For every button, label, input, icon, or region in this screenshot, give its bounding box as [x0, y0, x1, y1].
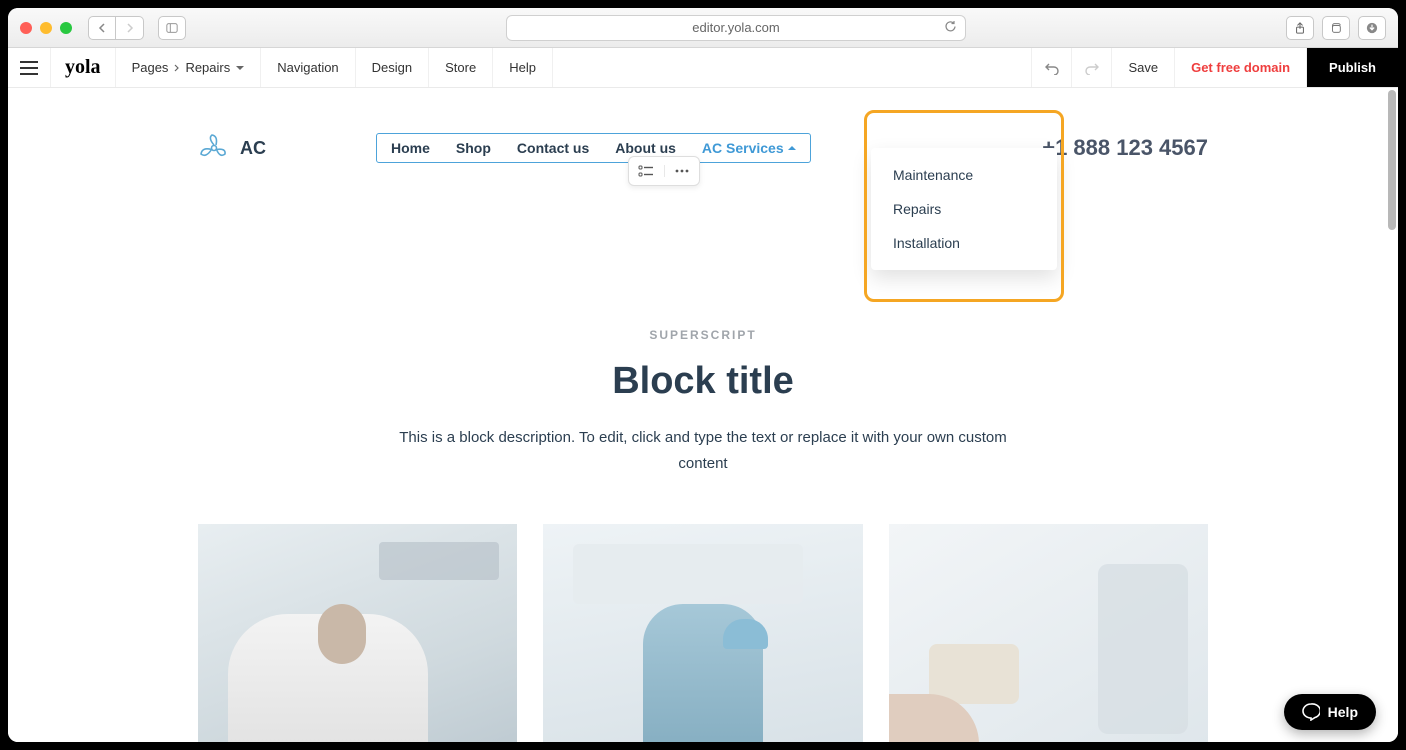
tabs-icon[interactable]: [1322, 16, 1350, 40]
editor-toolbar: yola Pages Repairs Navigation Design Sto…: [8, 48, 1398, 88]
browser-forward-button[interactable]: [116, 16, 144, 40]
store-button[interactable]: Store: [429, 48, 493, 87]
nav-contact[interactable]: Contact us: [517, 140, 589, 156]
editor-canvas: AC Home Shop Contact us About us AC Serv…: [8, 88, 1398, 742]
nav-services-label: AC Services: [702, 140, 784, 156]
chat-icon: [1302, 703, 1320, 721]
design-button[interactable]: Design: [356, 48, 429, 87]
dropdown-item-repairs[interactable]: Repairs: [871, 192, 1057, 226]
phone-number[interactable]: +1 888 123 4567: [1042, 135, 1208, 161]
browser-back-button[interactable]: [88, 16, 116, 40]
chevron-down-icon: [236, 66, 244, 70]
more-options-icon[interactable]: [665, 169, 700, 173]
window-minimize-icon[interactable]: [40, 22, 52, 34]
undo-button[interactable]: [1032, 48, 1072, 87]
dropdown-item-installation[interactable]: Installation: [871, 226, 1057, 260]
pages-breadcrumb[interactable]: Pages Repairs: [116, 48, 262, 87]
image-placeholder-3[interactable]: [889, 524, 1208, 742]
sidebar-toggle-icon[interactable]: [158, 16, 186, 40]
get-free-domain-link[interactable]: Get free domain: [1175, 48, 1307, 87]
site-navigation[interactable]: Home Shop Contact us About us AC Service…: [376, 133, 811, 163]
current-page-label: Repairs: [185, 60, 230, 75]
block-description[interactable]: This is a block description. To edit, cl…: [383, 425, 1023, 476]
block-superscript[interactable]: SUPERSCRIPT: [198, 328, 1208, 342]
vertical-scrollbar[interactable]: [1386, 88, 1396, 742]
browser-chrome: editor.yola.com: [8, 8, 1398, 48]
scrollbar-thumb[interactable]: [1388, 90, 1396, 230]
chevron-right-icon: [174, 64, 179, 72]
hamburger-menu-button[interactable]: [8, 48, 51, 87]
help-button[interactable]: Help: [493, 48, 553, 87]
redo-button[interactable]: [1072, 48, 1112, 87]
window-maximize-icon[interactable]: [60, 22, 72, 34]
navigation-button[interactable]: Navigation: [261, 48, 355, 87]
pages-label: Pages: [132, 60, 169, 75]
image-placeholder-1[interactable]: [198, 524, 517, 742]
share-icon[interactable]: [1286, 16, 1314, 40]
site-logo[interactable]: AC: [198, 132, 266, 164]
fan-icon: [198, 132, 230, 164]
nav-home[interactable]: Home: [391, 140, 430, 156]
address-bar[interactable]: editor.yola.com: [506, 15, 966, 41]
downloads-icon[interactable]: [1358, 16, 1386, 40]
element-tools-popup: [628, 156, 700, 186]
brand-text: AC: [240, 138, 266, 159]
yola-logo[interactable]: yola: [51, 48, 116, 87]
nav-shop[interactable]: Shop: [456, 140, 491, 156]
block-title[interactable]: Block title: [198, 360, 1208, 403]
nav-services[interactable]: AC Services: [702, 140, 796, 156]
publish-button[interactable]: Publish: [1307, 48, 1398, 87]
save-button[interactable]: Save: [1112, 48, 1175, 87]
reload-icon[interactable]: [944, 20, 957, 36]
services-dropdown: Maintenance Repairs Installation: [871, 148, 1057, 270]
url-text: editor.yola.com: [692, 20, 779, 35]
image-placeholder-2[interactable]: [543, 524, 862, 742]
chevron-up-icon: [788, 146, 796, 150]
browser-window: editor.yola.com yola Pages: [8, 8, 1398, 742]
help-widget-label: Help: [1328, 704, 1358, 720]
image-row: [198, 524, 1208, 742]
help-widget[interactable]: Help: [1284, 694, 1376, 730]
window-close-icon[interactable]: [20, 22, 32, 34]
list-options-icon[interactable]: [629, 165, 665, 177]
content-block[interactable]: SUPERSCRIPT Block title This is a block …: [198, 328, 1208, 742]
dropdown-item-maintenance[interactable]: Maintenance: [871, 158, 1057, 192]
nav-about[interactable]: About us: [615, 140, 676, 156]
